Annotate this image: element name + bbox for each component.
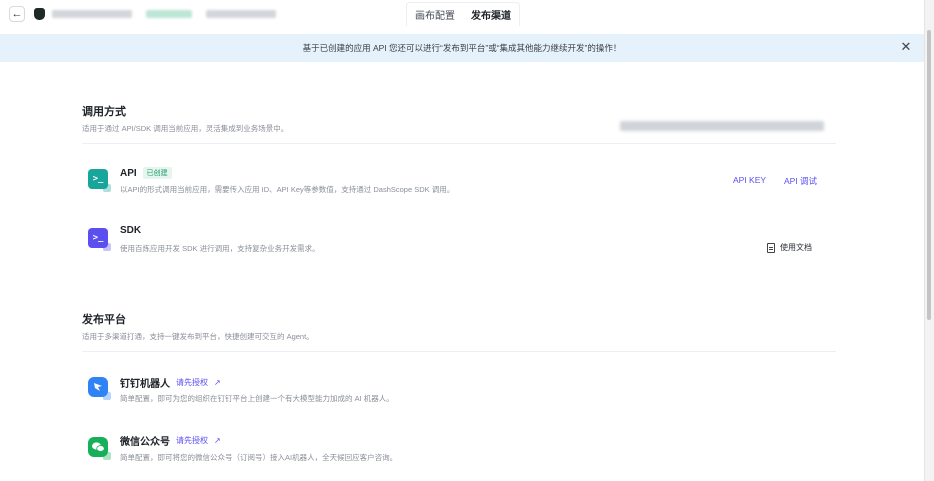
section-desc-publish: 适用于多渠道打通，支持一键发布到平台，快捷创建可交互的 Agent。: [82, 332, 314, 341]
close-icon[interactable]: ✕: [900, 40, 912, 53]
redacted-status: [146, 10, 192, 18]
section-desc-invoke: 适用于通过 API/SDK 调用当前应用，灵活集成到业务场景中。: [82, 124, 289, 133]
authorize-link[interactable]: 请先授权: [176, 377, 208, 388]
wechat-row-title: 微信公众号 请先授权 ↗: [120, 433, 221, 448]
sdk-desc: 使用百炼应用开发 SDK 进行调用，支持复杂业务开发需求。: [120, 244, 320, 253]
wechat-desc: 简单配置，即可将您的微信公众号（订阅号）接入AI机器人，全天候回应客户咨询。: [120, 453, 398, 462]
authorize-link[interactable]: 请先授权: [176, 435, 208, 446]
docs-button[interactable]: 使用文档: [767, 242, 812, 253]
dingtalk-title: 钉钉机器人: [120, 379, 170, 390]
external-link-icon[interactable]: ↗: [214, 378, 221, 387]
api-row-title: API 已创建: [120, 167, 172, 179]
divider: [82, 351, 836, 352]
section-title-invoke: 调用方式: [82, 106, 126, 118]
external-link-icon[interactable]: ↗: [214, 436, 221, 445]
api-title: API: [120, 167, 137, 179]
sdk-title: SDK: [120, 225, 142, 236]
wechat-title: 微信公众号: [120, 437, 170, 448]
redacted-meta: [206, 10, 276, 18]
tab-canvas-config[interactable]: 画布配置: [415, 7, 455, 22]
api-debug-button[interactable]: API 调试: [784, 175, 817, 187]
terminal-icon: >_: [88, 228, 111, 251]
divider: [82, 143, 836, 144]
redacted-app-name: [52, 10, 132, 18]
banner-text: 基于已创建的应用 API 您还可以进行“发布到平台”或“集成其他能力继续开发”的…: [302, 43, 622, 53]
api-key-button[interactable]: API KEY: [733, 175, 766, 185]
arrow-left-icon: ←: [11, 8, 23, 20]
docs-label: 使用文档: [780, 243, 812, 252]
top-bar: ← 画布配置 发布渠道: [0, 0, 924, 28]
section-title-publish: 发布平台: [82, 314, 126, 326]
dingtalk-icon: [88, 377, 111, 400]
scrollbar-thumb[interactable]: [927, 30, 931, 320]
mode-tabs: 画布配置 发布渠道: [406, 2, 520, 26]
terminal-icon: >_: [88, 169, 111, 192]
document-icon: [767, 242, 775, 253]
dingtalk-row-title: 钉钉机器人 请先授权 ↗: [120, 375, 221, 390]
status-badge: 已创建: [142, 167, 172, 179]
dingtalk-desc: 简单配置，即可为您的组织在钉钉平台上创建一个有大模型能力加成的 AI 机器人。: [120, 394, 394, 403]
back-button[interactable]: ←: [9, 6, 25, 22]
wechat-icon: [88, 437, 111, 460]
tab-publish-channel[interactable]: 发布渠道: [471, 7, 511, 22]
info-banner: 基于已创建的应用 API 您还可以进行“发布到平台”或“集成其他能力继续开发”的…: [0, 34, 924, 62]
app-logo: [34, 8, 45, 20]
sdk-row-title: SDK: [120, 225, 141, 236]
redacted-app-id: [620, 121, 824, 131]
api-desc: 以API的形式调用当前应用，需要传入应用 ID、API Key等参数值，支持通过…: [120, 185, 455, 194]
